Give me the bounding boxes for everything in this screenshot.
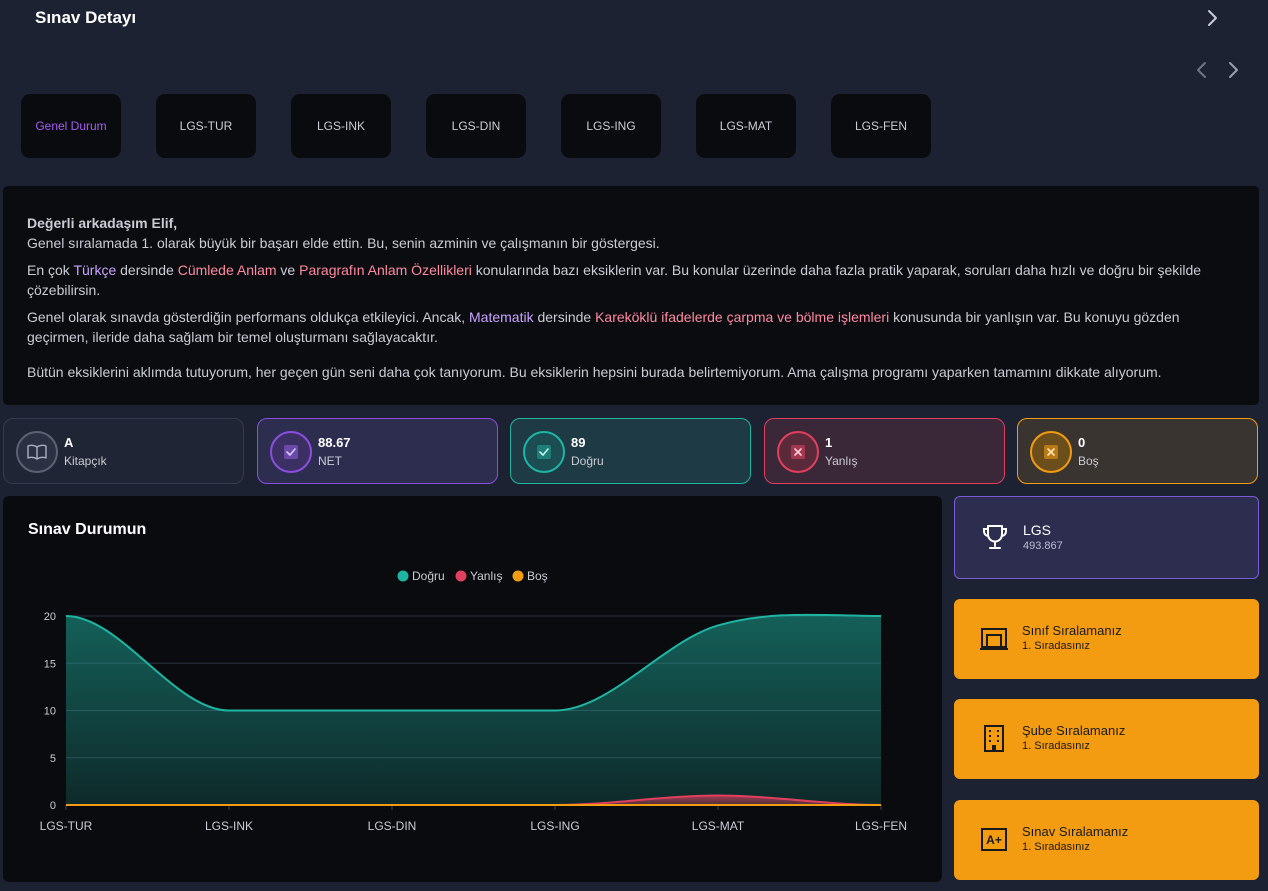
book-icon xyxy=(16,431,58,473)
tab-lgs-din[interactable]: LGS-DIN xyxy=(426,94,526,158)
tab-genel-durum[interactable]: Genel Durum xyxy=(21,94,121,158)
lgs-score: 493.867 xyxy=(1023,540,1063,552)
exam-area-chart: 0 5 10 15 20 LGS-TUR LGS-INK LGS-DIN LGS-ING LGS-… xyxy=(40,569,907,833)
x-tick-label: LGS-MAT xyxy=(692,819,745,833)
legend-marker xyxy=(512,570,524,582)
page-header: Sınav Detayı xyxy=(0,0,1268,40)
tab-lgs-tur[interactable]: LGS-TUR xyxy=(156,94,256,158)
x-square-icon xyxy=(1030,431,1072,473)
text: ve xyxy=(276,262,300,278)
exam-chart-card: Sınav Durumun 0 5 10 15 20 LGS-TUR LGS-INK LGS-… xyxy=(3,496,942,882)
chevron-right-icon[interactable] xyxy=(1204,8,1222,28)
feedback-message: Değerli arkadaşım Elif, Genel sıralamada… xyxy=(3,186,1259,405)
check-square-icon xyxy=(270,431,312,473)
subject-highlight: Türkçe xyxy=(73,262,117,278)
stat-label: Doğru xyxy=(571,454,604,468)
lgs-title: LGS xyxy=(1023,522,1052,538)
branch-rank-title: Şube Sıralamanız xyxy=(1022,723,1126,738)
tab-lgs-fen[interactable]: LGS-FEN xyxy=(831,94,931,158)
exam-rank-card: A+ Sınav Sıralamanız 1. Sıradasınız xyxy=(954,800,1259,880)
stat-label: Kitapçık xyxy=(64,454,107,468)
class-rank-title: Sınıf Sıralamanız xyxy=(1022,623,1122,638)
legend-marker xyxy=(455,570,467,582)
grade-icon: A+ xyxy=(981,828,1007,851)
stat-card-net: 88.67 NET xyxy=(257,418,498,484)
classroom-icon xyxy=(980,628,1008,650)
legend-label: Boş xyxy=(527,569,548,583)
x-tick-label: LGS-INK xyxy=(205,819,253,833)
text: Genel olarak sınavda gösterdiğin perform… xyxy=(27,309,470,325)
stat-card-booklet: A Kitapçık xyxy=(3,418,244,484)
stat-value: 89 xyxy=(571,435,586,450)
y-tick-label: 0 xyxy=(50,800,56,812)
message-line1: Genel sıralamada 1. olarak büyük bir baş… xyxy=(27,235,660,251)
stat-value: 88.67 xyxy=(318,435,351,450)
stat-value: A xyxy=(64,435,74,450)
class-rank-value: 1. Sıradasınız xyxy=(1022,640,1090,652)
stat-label: NET xyxy=(318,454,342,468)
stat-value: 0 xyxy=(1078,435,1086,450)
trophy-icon xyxy=(983,525,1007,549)
class-rank-card: Sınıf Sıralamanız 1. Sıradasınız xyxy=(954,599,1259,679)
message-paragraph-3: Genel olarak sınavda gösterdiğin perform… xyxy=(27,307,1235,347)
scroll-right-icon[interactable] xyxy=(1225,60,1243,80)
lgs-score-card: LGS 493.867 xyxy=(954,496,1259,579)
x-tick-label: LGS-DIN xyxy=(368,819,417,833)
y-tick-label: 5 xyxy=(50,753,56,765)
stat-card-empty: 0 Boş xyxy=(1017,418,1258,484)
stat-card-wrong: 1 Yanlış xyxy=(764,418,1005,484)
x-square-icon xyxy=(777,431,819,473)
branch-rank-value: 1. Sıradasınız xyxy=(1022,740,1090,752)
text: En çok xyxy=(27,262,74,278)
message-paragraph-2: En çok Türkçe dersinde Cümlede Anlam ve … xyxy=(27,260,1235,300)
tab-lgs-mat[interactable]: LGS-MAT xyxy=(696,94,796,158)
legend-label: Doğru xyxy=(412,569,445,583)
y-tick-label: 20 xyxy=(44,611,56,623)
text: dersinde xyxy=(116,262,178,278)
building-icon xyxy=(984,725,1004,752)
tab-lgs-ing[interactable]: LGS-ING xyxy=(561,94,661,158)
stat-label: Boş xyxy=(1078,454,1099,468)
check-square-icon xyxy=(523,431,565,473)
legend-label: Yanlış xyxy=(470,569,502,583)
x-tick-label: LGS-TUR xyxy=(40,819,93,833)
topic-highlight: Paragrafın Anlam Özellikleri xyxy=(299,262,472,278)
x-tick-label: LGS-ING xyxy=(530,819,579,833)
tab-lgs-ink[interactable]: LGS-INK xyxy=(291,94,391,158)
branch-rank-card: Şube Sıralamanız 1. Sıradasınız xyxy=(954,699,1259,779)
legend-marker xyxy=(397,570,409,582)
message-greeting: Değerli arkadaşım Elif, xyxy=(27,215,178,231)
exam-rank-title: Sınav Sıralamanız xyxy=(1022,824,1129,839)
topic-highlight: Cümlede Anlam xyxy=(177,262,277,278)
svg-text:A+: A+ xyxy=(986,833,1002,847)
subject-highlight: Matematik xyxy=(469,309,534,325)
text: dersinde xyxy=(533,309,596,325)
topic-highlight: Kareköklü ifadelerde çarpma ve bölme işl… xyxy=(595,309,890,325)
stat-label: Yanlış xyxy=(825,454,858,468)
x-tick-label: LGS-FEN xyxy=(855,819,907,833)
scroll-left-icon[interactable] xyxy=(1193,60,1211,80)
page-title: Sınav Detayı xyxy=(35,8,137,27)
exam-rank-value: 1. Sıradasınız xyxy=(1022,841,1090,853)
message-paragraph-4: Bütün eksiklerini aklımda tutuyorum, her… xyxy=(27,364,1162,380)
y-tick-label: 10 xyxy=(44,706,56,718)
y-tick-label: 15 xyxy=(44,658,56,670)
stat-value: 1 xyxy=(825,435,833,450)
stat-card-correct: 89 Doğru xyxy=(510,418,751,484)
